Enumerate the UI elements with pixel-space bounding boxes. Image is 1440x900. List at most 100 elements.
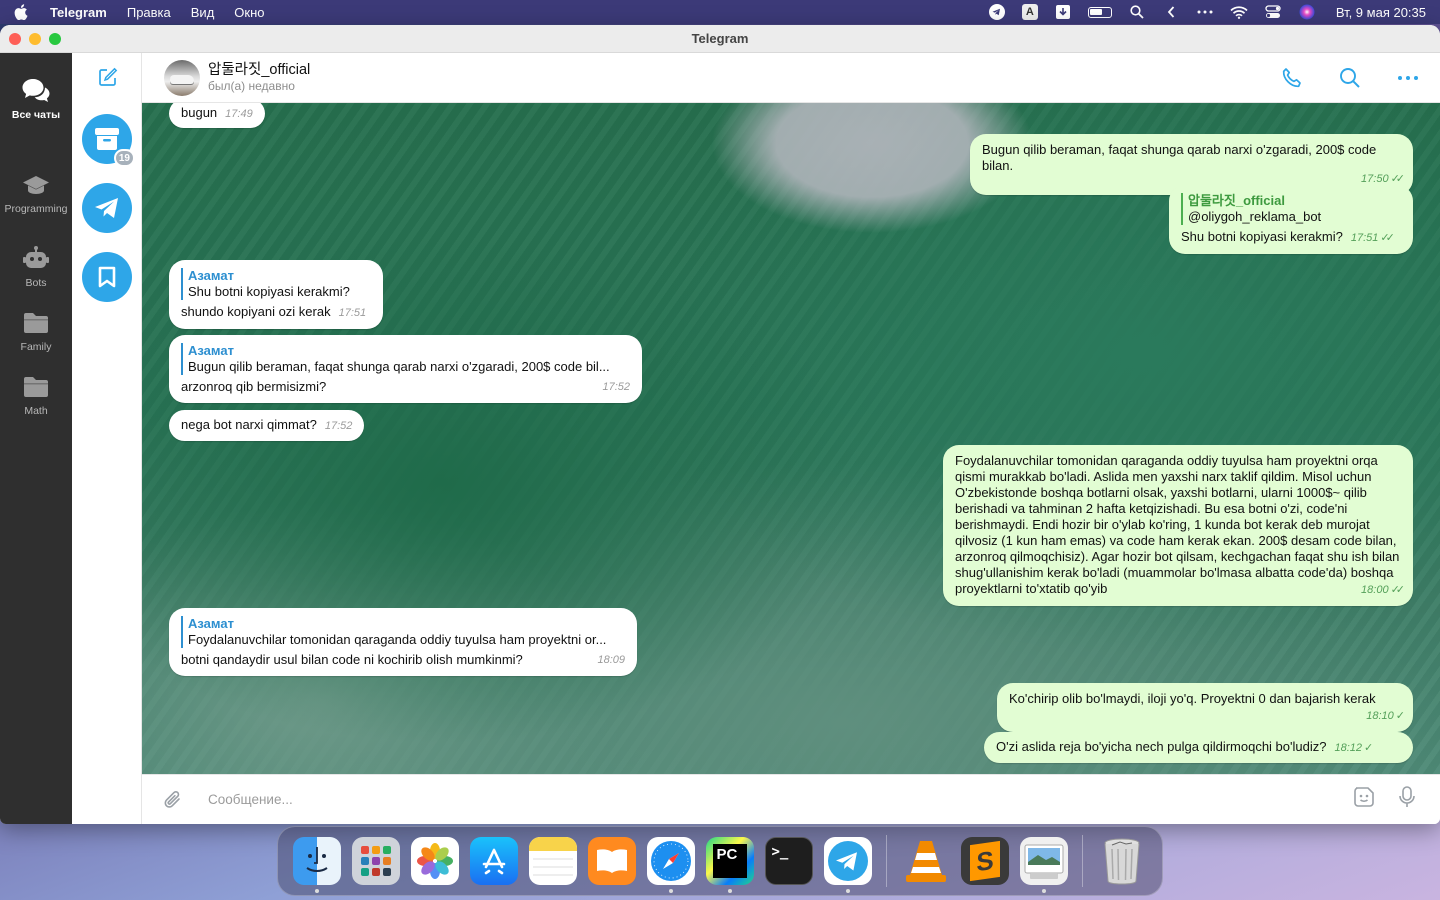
reply-quote[interactable]: 압둘라짓_official @oliygoh_reklama_bot <box>1181 193 1401 225</box>
message-history: bugun 17:49 Bugun qilib beraman, faqat sh… <box>142 103 1440 774</box>
trash-icon <box>1104 838 1139 885</box>
search-button[interactable] <box>1338 66 1362 90</box>
telegram-icon <box>95 198 118 218</box>
reply-quote[interactable]: Азамат Bugun qilib beraman, faqat shunga… <box>181 343 630 375</box>
menu-edit[interactable]: Правка <box>127 5 171 20</box>
dock-pycharm[interactable]: PC <box>705 837 754 893</box>
battery-icon[interactable] <box>1087 6 1112 18</box>
launchpad-icon <box>360 846 391 876</box>
sublime-text-icon: S <box>969 840 1000 882</box>
chevron-left-icon[interactable] <box>1162 5 1180 19</box>
dock-notes[interactable] <box>528 837 577 885</box>
reply-quote[interactable]: Азамат Shu botni kopiyasi kerakmi? <box>181 268 371 300</box>
folder-programming[interactable]: Programming <box>0 171 72 215</box>
control-center-icon[interactable] <box>1264 5 1282 19</box>
message-incoming-reply[interactable]: Азамат Shu botni kopiyasi kerakmi? shund… <box>169 260 383 329</box>
reply-text: Bugun qilib beraman, faqat shunga qarab … <box>188 359 610 374</box>
message-text: arzonroq qib bermisizmi? <box>181 379 327 394</box>
dock-trash[interactable] <box>1098 837 1146 885</box>
folder-all-chats[interactable]: Все чаты <box>0 77 72 121</box>
dock-telegram[interactable] <box>823 837 872 893</box>
message-time: 17:52 <box>602 381 630 393</box>
message-outgoing[interactable]: Ko'chirip olib bo'lmaydi, iloji yo'q. Pr… <box>997 683 1413 732</box>
message-time: 17:50 <box>1361 173 1389 185</box>
books-icon <box>596 849 627 873</box>
dock-preview[interactable] <box>1019 837 1068 893</box>
sticker-button[interactable] <box>1352 785 1376 814</box>
dock-separator <box>886 835 887 887</box>
close-window-button[interactable] <box>9 33 21 45</box>
message-outgoing-reply[interactable]: 압둘라짓_official @oliygoh_reklama_bot Shu b… <box>1169 185 1413 254</box>
reply-quote[interactable]: Азамат Foydalanuvchilar tomonidan qaraga… <box>181 616 625 648</box>
menu-bar: Telegram Правка Вид Окно A Вт, 9 мая 20:… <box>0 0 1440 24</box>
dock-vlc[interactable] <box>902 837 950 885</box>
zoom-window-button[interactable] <box>49 33 61 45</box>
reply-author: Азамат <box>188 616 234 631</box>
reply-text: @oliygoh_reklama_bot <box>1188 209 1322 224</box>
folder-bots[interactable]: Bots <box>0 245 72 289</box>
message-text: Bugun qilib beraman, faqat shunga qarab … <box>982 142 1377 173</box>
running-indicator <box>1041 889 1046 893</box>
folder-label: Все чаты <box>11 109 61 121</box>
reply-author: Азамат <box>188 268 234 283</box>
spotlight-search-icon[interactable] <box>1128 5 1146 19</box>
download-icon[interactable] <box>1054 5 1072 19</box>
saved-messages-chat[interactable] <box>82 252 132 302</box>
input-source-icon[interactable]: A <box>1021 4 1038 20</box>
message-time: 17:52 <box>324 420 353 432</box>
message-outgoing[interactable]: O'zi aslida reja bo'yicha nech pulga qil… <box>984 732 1413 763</box>
apple-menu-icon[interactable] <box>14 4 28 20</box>
peer-info[interactable]: 압둘라짓_official был(а) недавно <box>208 62 310 94</box>
more-button[interactable] <box>1396 66 1420 90</box>
voice-button[interactable] <box>1398 785 1416 814</box>
safari-icon <box>650 841 691 881</box>
message-text: bugun <box>181 105 218 120</box>
message-incoming[interactable]: bugun 17:49 <box>169 103 265 128</box>
dock-sublime-text[interactable]: S <box>960 837 1009 885</box>
terminal-icon: >_ <box>771 844 789 860</box>
read-checkmarks-icon: ✓✓ <box>1390 173 1406 185</box>
folder-label: Family <box>20 341 52 353</box>
message-time: 17:49 <box>225 108 253 120</box>
dock-books[interactable] <box>587 837 636 885</box>
archive-icon <box>95 128 119 150</box>
message-time: 18:10 <box>1366 710 1394 722</box>
minimize-window-button[interactable] <box>29 33 41 45</box>
telegram-icon <box>827 841 868 881</box>
dock-terminal[interactable]: >_ <box>764 837 813 885</box>
clock[interactable]: Вт, 9 мая 20:35 <box>1336 5 1426 20</box>
robot-icon <box>21 245 51 273</box>
microphone-icon <box>1399 786 1415 807</box>
attach-button[interactable] <box>162 789 184 811</box>
wifi-icon[interactable] <box>1230 5 1248 19</box>
dock-launchpad[interactable] <box>351 837 400 885</box>
folder-math[interactable]: Math <box>0 373 72 417</box>
menu-window[interactable]: Окно <box>234 5 264 20</box>
dock-safari[interactable] <box>646 837 695 893</box>
more-dots-icon[interactable] <box>1196 5 1214 19</box>
message-incoming-reply[interactable]: Азамат Foydalanuvchilar tomonidan qaraga… <box>169 608 637 676</box>
reply-text: Foydalanuvchilar tomonidan qaraganda odd… <box>188 632 607 647</box>
message-input[interactable]: Сообщение... <box>208 792 293 807</box>
photos-icon <box>416 843 453 879</box>
dock-finder[interactable] <box>292 837 341 893</box>
compose-icon[interactable] <box>98 67 118 87</box>
telegram-chat[interactable] <box>82 183 132 233</box>
message-text: Shu botni kopiyasi kerakmi? <box>1181 229 1343 244</box>
menu-app-telegram[interactable]: Telegram <box>50 5 107 20</box>
siri-icon[interactable] <box>1298 4 1316 20</box>
message-text: botni qandaydir usul bilan code ni kochi… <box>181 652 523 667</box>
call-button[interactable] <box>1280 66 1304 90</box>
archive-chat[interactable]: 19 <box>82 114 135 167</box>
message-outgoing[interactable]: Foydalanuvchilar tomonidan qaraganda odd… <box>943 445 1413 606</box>
menu-view[interactable]: Вид <box>191 5 215 20</box>
folder-sidebar: Все чаты Programming Bots Family Math <box>0 53 72 824</box>
folder-family[interactable]: Family <box>0 309 72 353</box>
dock-app-store[interactable] <box>469 837 518 885</box>
message-incoming[interactable]: nega bot narxi qimmat? 17:52 <box>169 410 365 441</box>
telegram-status-icon[interactable] <box>988 4 1006 20</box>
message-incoming-reply[interactable]: Азамат Bugun qilib beraman, faqat shunga… <box>169 335 642 403</box>
paperclip-icon <box>164 790 180 808</box>
dock-photos[interactable] <box>410 837 459 885</box>
peer-avatar[interactable] <box>164 59 200 96</box>
